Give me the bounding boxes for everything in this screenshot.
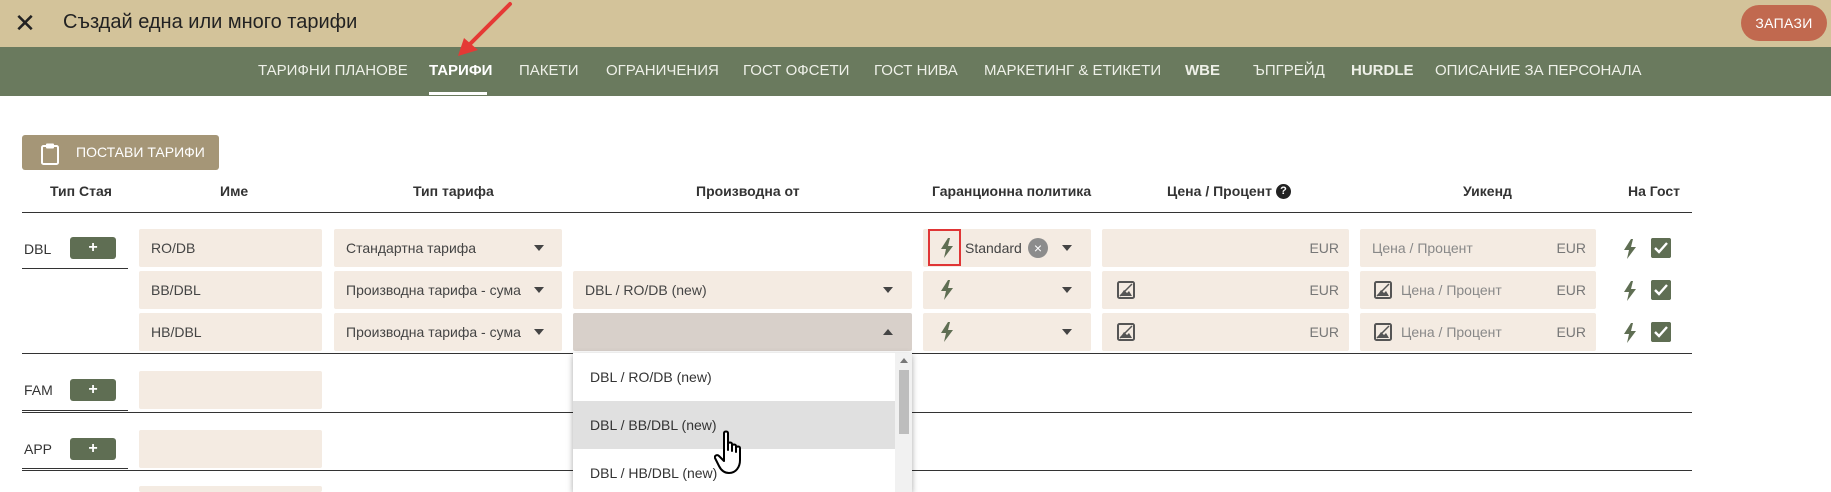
hand-cursor-icon xyxy=(714,430,741,474)
rate-name-field[interactable] xyxy=(139,371,322,409)
room-underline xyxy=(22,410,128,411)
clear-icon[interactable]: × xyxy=(1028,238,1048,258)
rate-type-value: Производна тарифа - сума xyxy=(346,324,521,340)
currency-label: EUR xyxy=(1309,240,1339,256)
chevron-down-icon xyxy=(1062,245,1072,251)
highlight-box xyxy=(928,229,961,266)
chevron-down-icon xyxy=(1062,329,1072,335)
rate-name-field[interactable]: BB/DBL xyxy=(139,271,322,309)
tab-packages[interactable]: ПАКЕТИ xyxy=(519,62,578,79)
chevron-down-icon xyxy=(534,245,544,251)
room-type-label: FAM xyxy=(24,382,53,398)
tab-restrictions[interactable]: ОГРАНИЧЕНИЯ xyxy=(606,62,719,79)
chevron-down-icon xyxy=(1062,287,1072,293)
add-rate-button[interactable]: + xyxy=(70,438,116,460)
bolt-icon[interactable] xyxy=(941,322,953,342)
clipboard-icon xyxy=(41,143,59,165)
bolt-icon[interactable] xyxy=(1624,281,1636,301)
col-price-percent: Цена / Процент xyxy=(1167,183,1272,199)
page-title: Създай една или много тарифи xyxy=(63,11,358,33)
bolt-icon[interactable] xyxy=(941,280,953,300)
tab-wbe[interactable]: WBE xyxy=(1185,62,1220,79)
on-guest-checkbox[interactable] xyxy=(1651,238,1671,258)
bolt-icon[interactable] xyxy=(1624,239,1636,259)
derived-from-select-open[interactable] xyxy=(573,313,912,351)
currency-label: EUR xyxy=(1309,324,1339,340)
weekend-placeholder: Цена / Процент xyxy=(1372,240,1473,256)
rate-type-value: Производна тарифа - сума xyxy=(346,282,521,298)
guarantee-value: Standard xyxy=(965,240,1022,256)
top-bar: ✕ Създай една или много тарифи ЗАПАЗИ xyxy=(0,0,1831,47)
rate-name-field[interactable] xyxy=(139,430,322,468)
col-derived-from: Производна от xyxy=(696,183,800,199)
col-rate-type: Тип тарифа xyxy=(413,183,494,199)
scroll-up-icon[interactable] xyxy=(900,358,908,363)
tab-marketing-labels[interactable]: МАРКЕТИНГ & ЕТИКЕТИ xyxy=(984,62,1161,79)
image-icon[interactable] xyxy=(1117,323,1135,341)
col-weekend: Уикенд xyxy=(1463,183,1512,199)
col-on-guest: На Гост xyxy=(1628,183,1681,199)
price-field[interactable]: EUR xyxy=(1102,271,1349,309)
active-tab-indicator xyxy=(429,92,487,95)
rate-type-select[interactable]: Производна тарифа - сума xyxy=(334,271,562,309)
rate-type-select[interactable]: Стандартна тарифа xyxy=(334,229,562,267)
tab-staff-description[interactable]: ОПИСАНИЕ ЗА ПЕРСОНАЛА xyxy=(1435,62,1642,79)
image-icon[interactable] xyxy=(1374,323,1392,341)
chevron-up-icon xyxy=(883,329,893,335)
add-rate-button[interactable]: + xyxy=(70,379,116,401)
place-rates-label: ПОСТАВИ ТАРИФИ xyxy=(76,144,205,160)
help-icon[interactable]: ? xyxy=(1276,184,1291,199)
image-icon[interactable] xyxy=(1117,281,1135,299)
room-type-label: APP xyxy=(24,441,53,457)
derived-from-select[interactable]: DBL / RO/DB (new) xyxy=(573,271,912,309)
derived-from-value: DBL / RO/DB (new) xyxy=(585,282,707,298)
weekend-price-field[interactable]: Цена / Процент EUR xyxy=(1360,313,1596,351)
tab-hurdle[interactable]: HURDLE xyxy=(1351,62,1414,79)
tab-rate-plans[interactable]: ТАРИФНИ ПЛАНОВЕ xyxy=(258,62,408,79)
weekend-placeholder: Цена / Процент xyxy=(1401,282,1502,298)
weekend-price-field[interactable]: Цена / Процент EUR xyxy=(1360,229,1596,267)
bolt-icon[interactable] xyxy=(1624,323,1636,343)
price-field[interactable]: EUR xyxy=(1102,229,1349,267)
scrollbar-thumb[interactable] xyxy=(899,370,909,434)
annotation-arrow-icon xyxy=(458,2,512,56)
chevron-down-icon xyxy=(534,329,544,335)
rate-type-value: Стандартна тарифа xyxy=(346,240,477,256)
chevron-down-icon xyxy=(883,287,893,293)
weekend-placeholder: Цена / Процент xyxy=(1401,324,1502,340)
rate-name-field[interactable] xyxy=(139,486,322,492)
room-underline xyxy=(22,468,128,469)
place-rates-button[interactable]: ПОСТАВИ ТАРИФИ xyxy=(22,135,219,170)
currency-label: EUR xyxy=(1309,282,1339,298)
price-field[interactable]: EUR xyxy=(1102,313,1349,351)
currency-label: EUR xyxy=(1556,240,1586,256)
header-divider xyxy=(22,212,1692,213)
col-name: Име xyxy=(220,183,249,199)
rate-name-field[interactable]: HB/DBL xyxy=(139,313,322,351)
image-icon[interactable] xyxy=(1374,281,1392,299)
save-button[interactable]: ЗАПАЗИ xyxy=(1741,5,1827,41)
tab-guest-offsets[interactable]: ГОСТ ОФСЕТИ xyxy=(743,62,849,79)
currency-label: EUR xyxy=(1556,282,1586,298)
dropdown-option[interactable]: DBL / RO/DB (new) xyxy=(573,353,895,401)
tab-upgrade[interactable]: ЪПГРЕЙД xyxy=(1253,62,1325,79)
currency-label: EUR xyxy=(1556,324,1586,340)
rate-type-select[interactable]: Производна тарифа - сума xyxy=(334,313,562,351)
room-type-label: DBL xyxy=(24,241,52,257)
weekend-price-field[interactable]: Цена / Процент EUR xyxy=(1360,271,1596,309)
tab-rates[interactable]: ТАРИФИ xyxy=(429,62,492,79)
col-guarantee-policy: Гаранционна политика xyxy=(932,183,1092,199)
close-icon[interactable]: ✕ xyxy=(10,8,40,38)
tab-bar: ТАРИФНИ ПЛАНОВЕ ТАРИФИ ПАКЕТИ ОГРАНИЧЕНИ… xyxy=(0,47,1831,96)
on-guest-checkbox[interactable] xyxy=(1651,280,1671,300)
chevron-down-icon xyxy=(534,287,544,293)
rate-name-field[interactable]: RO/DB xyxy=(139,229,322,267)
add-rate-button[interactable]: + xyxy=(70,237,116,259)
col-room-type: Тип Стая xyxy=(50,183,112,199)
on-guest-checkbox[interactable] xyxy=(1651,322,1671,342)
room-underline xyxy=(22,268,128,269)
tab-guest-levels[interactable]: ГОСТ НИВА xyxy=(874,62,958,79)
